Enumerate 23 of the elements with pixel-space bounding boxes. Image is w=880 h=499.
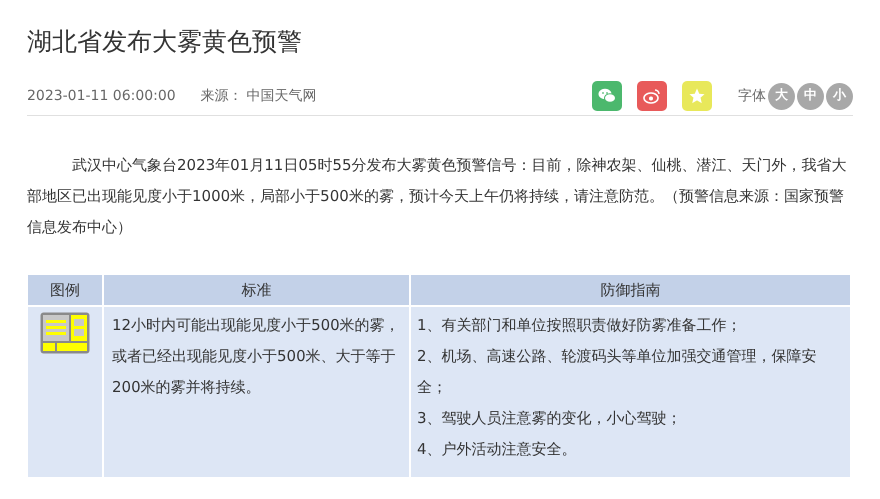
guide-item: 2、机场、高速公路、轮渡码头等单位加强交通管理，保障安全； [417,346,818,398]
article-paragraph: 武汉中心气象台2023年01月11日05时55分发布大雾黄色预警信号：目前，除神农架、仙桃、潜江、天门外，我省大部地区已出现能见度小于1000米，局部小于500米的雾，预计今天上午仍将持续，请注意防范。（预警信息来源：国家预警信息发布中心） [27,155,848,238]
table-header: 图例 [28,275,102,305]
guide-item: 4、户外活动注意安全。 [417,439,578,460]
share-button[interactable] [637,81,667,111]
publish-date: 2023-01-11 06:00:00 [27,86,176,106]
fog-warning-icon [40,312,90,354]
article-title: 湖北省发布大雾黄色预警 [27,26,302,58]
eye-logo-icon [643,88,661,104]
chat-bubbles-icon [598,88,616,104]
table-cell: 12小时内可能出现能见度小于500米的雾，或者已经出现能见度小于500米、大于等于200米的雾并将持续。 [104,307,409,477]
guide-item: 3、驾驶人员注意雾的变化，小心驾驶； [417,408,683,429]
source-label: 来源： [200,86,243,106]
font-size-button[interactable]: 小 [826,82,853,110]
table-header: 标准 [104,275,409,305]
share-button[interactable] [592,81,622,111]
source-name: 中国天气网 [246,86,317,106]
star-icon [688,87,706,105]
font-size-button[interactable]: 大 [768,82,795,110]
font-size-button[interactable]: 中 [797,82,824,110]
guide-item: 1、有关部门和单位按照职责做好防雾准备工作； [417,315,743,336]
table-header: 防御指南 [411,275,850,305]
font-size-label: 字体 [738,86,766,106]
